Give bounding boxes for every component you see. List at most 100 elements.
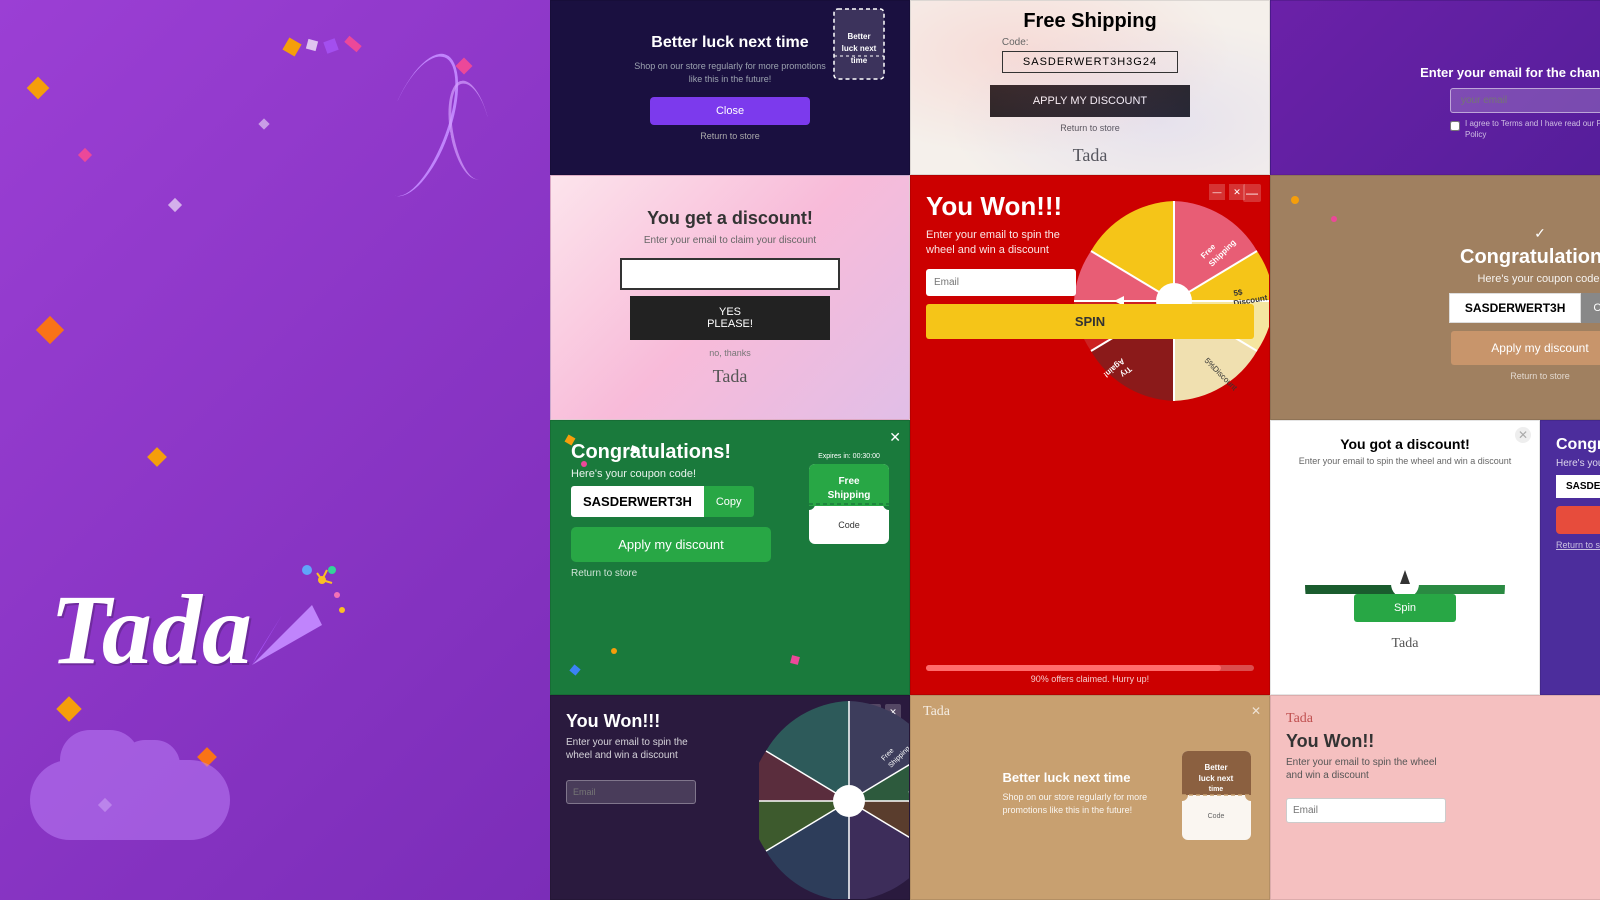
card7-code: SASDERWERT3H bbox=[571, 486, 704, 517]
card8-body: Enter your email to spin the wheel and w… bbox=[1299, 456, 1512, 466]
svg-text:Better: Better bbox=[1204, 763, 1227, 772]
card5-progress-label: 90% offers claimed. Hurry up! bbox=[926, 674, 1254, 684]
card4-body: Enter your email to claim your discount bbox=[644, 235, 816, 246]
brand-name: Tada bbox=[50, 580, 252, 680]
card4-title: You get a discount! bbox=[647, 208, 813, 229]
card-you-got-discount: ✕ You got a discount! Enter your email t… bbox=[1270, 420, 1540, 695]
conf-g6 bbox=[790, 655, 800, 665]
card10-wheel: Free Shipping 5$ Discount bbox=[759, 696, 910, 899]
card6-content: ✓ Congratulations! Here's your coupon co… bbox=[1291, 215, 1600, 381]
svg-text:luck next: luck next bbox=[842, 44, 877, 53]
card2-title: Free Shipping bbox=[1023, 10, 1156, 33]
card12-email-input[interactable] bbox=[1286, 798, 1446, 823]
card12-sig: Tada bbox=[1286, 711, 1600, 727]
card-better-luck-dark: Better luck next time Better luck next t… bbox=[550, 0, 910, 175]
card-free-shipping-light: Free Shipping Code: SASDERWERT3H3G24 APP… bbox=[910, 0, 1270, 175]
confetti-1 bbox=[27, 77, 50, 100]
conf-g5 bbox=[611, 648, 617, 654]
card5-email-input[interactable] bbox=[926, 269, 1076, 296]
card3-title: Enter your email for the chance to win! bbox=[1420, 65, 1600, 80]
card6-copy-btn[interactable]: Copy bbox=[1581, 293, 1600, 323]
card5-body: Enter your email to spin the wheel and w… bbox=[926, 228, 1076, 259]
card1-return-link[interactable]: Return to store bbox=[700, 131, 760, 141]
card7-copy-btn[interactable]: Copy bbox=[704, 486, 754, 517]
svg-text:time: time bbox=[1209, 786, 1224, 793]
conf-b1 bbox=[1291, 196, 1299, 204]
card2-code: SASDERWERT3H3G24 bbox=[1002, 51, 1178, 73]
card7-ticket: Expires in: 00:30:00 Free Shipping Code bbox=[804, 446, 894, 561]
svg-text:luck next: luck next bbox=[1199, 774, 1234, 783]
card7-apply-btn[interactable]: Apply my discount bbox=[571, 527, 771, 562]
party-popper-icon bbox=[232, 555, 352, 690]
card11-ticket: Better luck next time Code bbox=[1179, 748, 1254, 848]
confetti-5 bbox=[147, 447, 167, 467]
card-you-won-pink: Tada ✕ You Won!! Enter your email to spi… bbox=[1270, 695, 1600, 900]
card2-apply-btn[interactable]: APPLY MY DISCOUNT bbox=[990, 85, 1190, 117]
svg-text:Expires in: 00:30:00: Expires in: 00:30:00 bbox=[818, 453, 880, 460]
card9-coupon-row: SASDERWERT3H Copy bbox=[1556, 475, 1600, 498]
card2-code-label: Code: bbox=[1002, 37, 1178, 48]
card7-close-btn[interactable]: ✕ bbox=[889, 429, 901, 446]
svg-text:Shipping: Shipping bbox=[828, 490, 871, 501]
confetti-3 bbox=[168, 198, 182, 212]
card-congratulations-green: ✕ Congratulations! Here's your coupon co… bbox=[550, 420, 910, 695]
card11-close-btn[interactable]: ✕ bbox=[1251, 704, 1261, 718]
svg-text:Free: Free bbox=[838, 476, 860, 487]
card6-code: SASDERWERT3H bbox=[1449, 293, 1581, 323]
card2-return-link[interactable]: Return to store bbox=[1060, 123, 1120, 133]
card8-title: You got a discount! bbox=[1340, 436, 1470, 452]
card1-title: Better luck next time bbox=[640, 34, 820, 52]
card9-return-link[interactable]: Return to store bbox=[1556, 540, 1600, 550]
conf-d bbox=[344, 36, 361, 52]
card4-email-input[interactable] bbox=[620, 258, 840, 290]
left-panel: Tada bbox=[0, 0, 550, 900]
card6-body: Here's your coupon code! bbox=[1477, 273, 1600, 285]
svg-text:Better: Better bbox=[847, 32, 870, 41]
conf-b2 bbox=[1331, 216, 1337, 222]
card-congratulations-brown: ✓ Congratulations! Here's your coupon co… bbox=[1270, 175, 1600, 420]
card-you-won-red: — — ✕ You Won!!! Enter your email to spi… bbox=[910, 175, 1270, 695]
brand-logo-area: Tada bbox=[50, 580, 252, 680]
conf-b bbox=[306, 39, 318, 51]
ribbon-2 bbox=[442, 77, 499, 182]
card-you-won-dark: — ✕ You Won!!! Enter your email to spin … bbox=[550, 695, 910, 900]
card-congratulations-purple: ✕ Congratulations Here's your coupon cod… bbox=[1540, 420, 1600, 695]
confetti-8 bbox=[56, 696, 81, 721]
card11-body: Shop on our store regularly for more pro… bbox=[1003, 791, 1178, 816]
card3-terms-checkbox[interactable] bbox=[1450, 121, 1460, 131]
card9-apply-btn[interactable]: Apply my discount bbox=[1556, 506, 1600, 534]
card6-check: ✓ bbox=[1534, 225, 1546, 242]
card8-spin-btn[interactable]: Spin bbox=[1354, 594, 1456, 622]
card4-btn[interactable]: YES PLEASE! bbox=[630, 296, 830, 340]
card-you-get-discount: You get a discount! Enter your email to … bbox=[550, 175, 910, 420]
card-better-luck-brown: Tada ✕ Better luck next time Shop on our… bbox=[910, 695, 1270, 900]
card8-half-wheel: Advanced 10% Free Shipping bbox=[1295, 474, 1515, 594]
card10-email-input[interactable] bbox=[566, 780, 696, 804]
card10-body: Enter your email to spin the wheel and w… bbox=[566, 736, 696, 762]
card12-body: Enter your email to spin the wheel and w… bbox=[1286, 756, 1446, 782]
card7-return-link[interactable]: Return to store bbox=[571, 568, 889, 579]
confetti-4 bbox=[36, 316, 64, 344]
card9-body: Here's your coupon code! bbox=[1556, 458, 1600, 469]
card6-title: Congratulations! bbox=[1460, 246, 1600, 269]
card11-sig: Tada bbox=[923, 704, 950, 720]
svg-text:Code: Code bbox=[1208, 813, 1225, 820]
right-panel: Better luck next time Better luck next t… bbox=[550, 0, 1600, 900]
card6-apply-btn[interactable]: Apply my discount bbox=[1451, 331, 1600, 365]
card6-coupon-row: SASDERWERT3H Copy bbox=[1449, 293, 1600, 323]
card1-close-btn[interactable]: Close bbox=[650, 97, 810, 125]
conf-a bbox=[282, 37, 301, 56]
card8-sig: Tada bbox=[1391, 636, 1418, 652]
ticket-icon-dark: Better luck next time bbox=[829, 4, 889, 89]
card3-email-input[interactable] bbox=[1450, 88, 1600, 113]
card5-spin-btn[interactable]: SPIN bbox=[926, 304, 1254, 339]
card2-code-area: Code: SASDERWERT3H3G24 bbox=[1002, 37, 1178, 85]
card8-close-btn[interactable]: ✕ bbox=[1515, 427, 1531, 443]
card4-sig: Tada bbox=[713, 366, 748, 387]
card4-no-thanks[interactable]: no, thanks bbox=[709, 348, 751, 358]
card5-progress: 90% offers claimed. Hurry up! bbox=[926, 665, 1254, 684]
card6-return-link[interactable]: Return to store bbox=[1510, 371, 1570, 381]
conf-g4 bbox=[569, 664, 580, 675]
card3-terms-row: I agree to Terms and I have read our Pri… bbox=[1450, 119, 1600, 140]
card11-title: Better luck next time bbox=[1003, 770, 1131, 785]
